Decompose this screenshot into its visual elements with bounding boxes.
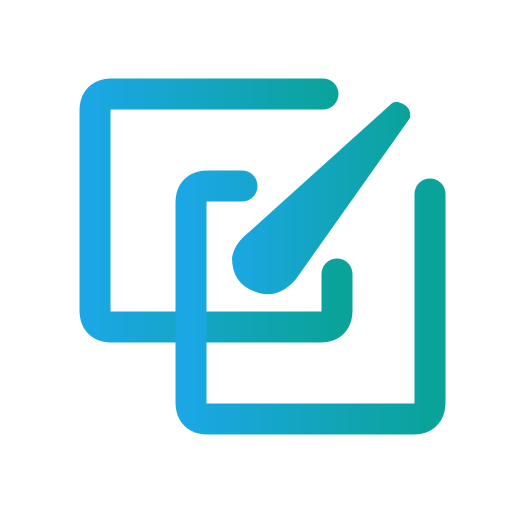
edit-duplicate-icon — [79, 78, 446, 435]
pencil-shape — [232, 101, 411, 295]
icon-canvas — [0, 0, 512, 512]
